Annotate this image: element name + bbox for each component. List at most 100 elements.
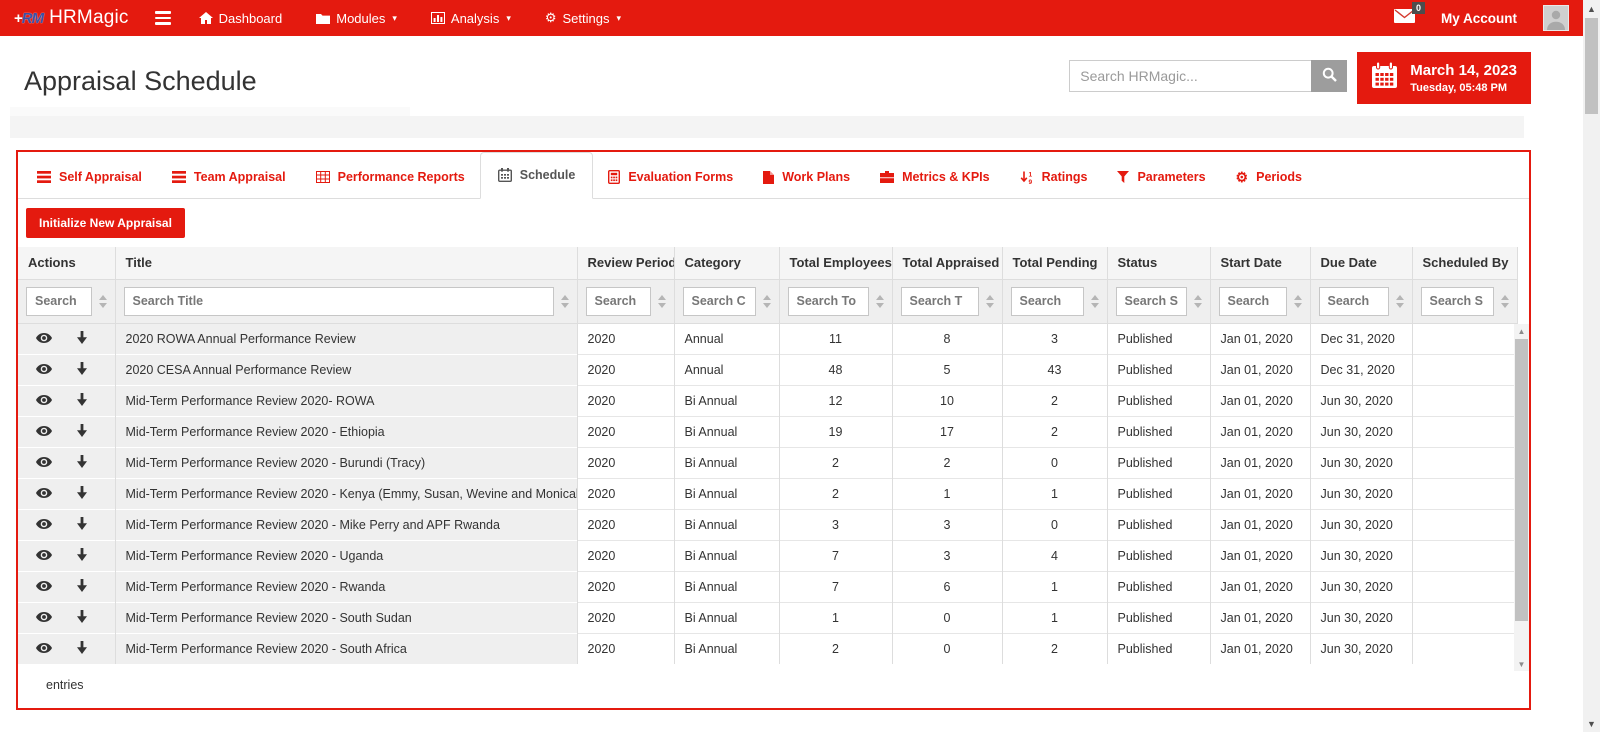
messages-button[interactable]: 0: [1394, 9, 1415, 28]
sort-control-due-date[interactable]: [1396, 295, 1404, 308]
view-button[interactable]: [36, 455, 52, 470]
table-icon: [316, 171, 330, 183]
filter-title-input[interactable]: [124, 287, 554, 316]
my-account-link[interactable]: My Account: [1441, 11, 1517, 26]
title-cell: Mid-Term Performance Review 2020 - Ugand…: [115, 540, 577, 571]
column-header-due-date[interactable]: Due Date: [1310, 247, 1412, 279]
nav-item-analysis[interactable]: Analysis ▾: [431, 11, 511, 26]
page-scrollbar-thumb[interactable]: [1585, 18, 1598, 114]
view-button[interactable]: [36, 362, 52, 377]
tab-evaluation-forms[interactable]: Evaluation Forms: [593, 157, 748, 198]
view-button[interactable]: [36, 517, 52, 532]
download-button[interactable]: [76, 517, 88, 533]
initialize-new-appraisal-button[interactable]: Initialize New Appraisal: [26, 208, 185, 238]
nav-menu: Dashboard Modules ▾ Analysis ▾ ⚙ Setting…: [199, 10, 621, 26]
download-button[interactable]: [76, 362, 88, 378]
tab-periods[interactable]: ⚙ Periods: [1221, 157, 1317, 198]
sort-control-start-date[interactable]: [1294, 295, 1302, 308]
column-header-start-date[interactable]: Start Date: [1210, 247, 1310, 279]
brand-logo[interactable]: +RM HRMagic: [14, 7, 129, 29]
scroll-down-arrow[interactable]: ▼: [1514, 657, 1529, 671]
download-button[interactable]: [76, 331, 88, 347]
nav-item-dashboard[interactable]: Dashboard: [199, 11, 283, 26]
download-button[interactable]: [76, 579, 88, 595]
view-button[interactable]: [36, 331, 52, 346]
category-cell: Bi Annual: [674, 416, 779, 447]
filter-total-appraised-input[interactable]: [901, 287, 979, 316]
status-cell: Published: [1107, 478, 1210, 509]
sort-control-title[interactable]: [561, 295, 569, 308]
page-scroll-down-arrow[interactable]: ▼: [1583, 715, 1600, 732]
view-button[interactable]: [36, 393, 52, 408]
view-button[interactable]: [36, 579, 52, 594]
page-scroll-up-arrow[interactable]: ▲: [1583, 0, 1600, 17]
sort-control-actions[interactable]: [99, 295, 107, 308]
view-button[interactable]: [36, 641, 52, 656]
list-icon: [172, 171, 186, 183]
sort-control-category[interactable]: [763, 295, 771, 308]
column-header-status[interactable]: Status: [1107, 247, 1210, 279]
download-button[interactable]: [76, 610, 88, 626]
download-button[interactable]: [76, 424, 88, 440]
sort-control-total-pending[interactable]: [1091, 295, 1099, 308]
filter-total-employees-input[interactable]: [788, 287, 869, 316]
download-button[interactable]: [76, 486, 88, 502]
search-input[interactable]: [1069, 60, 1311, 92]
filter-due-date-input[interactable]: [1319, 287, 1389, 316]
scroll-up-arrow[interactable]: ▲: [1514, 324, 1529, 338]
view-button[interactable]: [36, 424, 52, 439]
sort-control-status[interactable]: [1194, 295, 1202, 308]
tab-work-plans[interactable]: Work Plans: [748, 157, 865, 198]
navbar-right: 0 My Account: [1394, 5, 1569, 31]
avatar[interactable]: [1543, 5, 1569, 31]
filter-review-period-input[interactable]: [586, 287, 651, 316]
column-header-category[interactable]: Category: [674, 247, 779, 279]
tab-performance-reports[interactable]: Performance Reports: [301, 157, 480, 198]
sort-control-scheduled-by[interactable]: [1501, 295, 1509, 308]
tab-metrics-kpis[interactable]: Metrics & KPIs: [865, 157, 1005, 198]
arrow-down-icon: [76, 424, 88, 440]
filter-cell-review-period: [577, 279, 674, 323]
column-header-total-employees[interactable]: Total Employees: [779, 247, 892, 279]
filter-status-input[interactable]: [1116, 287, 1187, 316]
tab-ratings[interactable]: 19 Ratings: [1005, 157, 1103, 198]
sort-control-total-appraised[interactable]: [986, 295, 994, 308]
filter-category-input[interactable]: [683, 287, 756, 316]
arrow-down-icon: [76, 486, 88, 502]
column-header-review-period[interactable]: Review Period: [577, 247, 674, 279]
filter-scheduled-by-input[interactable]: [1421, 287, 1494, 316]
scheduled-by-cell: [1412, 633, 1517, 664]
sort-control-total-employees[interactable]: [876, 295, 884, 308]
view-button[interactable]: [36, 610, 52, 625]
view-button[interactable]: [36, 548, 52, 563]
category-cell: Bi Annual: [674, 602, 779, 633]
brand-name: HRMagic: [49, 7, 129, 29]
column-header-title[interactable]: Title: [115, 247, 577, 279]
tab-team-appraisal[interactable]: Team Appraisal: [157, 157, 301, 198]
column-header-actions[interactable]: Actions: [18, 247, 115, 279]
nav-item-settings[interactable]: ⚙ Settings ▾: [545, 10, 621, 26]
search-button[interactable]: [1311, 60, 1347, 92]
eye-icon: [36, 610, 52, 625]
nav-item-modules[interactable]: Modules ▾: [316, 11, 397, 26]
download-button[interactable]: [76, 641, 88, 657]
column-header-total-pending[interactable]: Total Pending: [1002, 247, 1107, 279]
table-scrollbar-thumb[interactable]: [1515, 339, 1528, 621]
title-cell: Mid-Term Performance Review 2020 - South…: [115, 633, 577, 664]
view-button[interactable]: [36, 486, 52, 501]
tab-schedule[interactable]: Schedule: [480, 152, 594, 199]
column-header-total-appraised[interactable]: Total Appraised: [892, 247, 1002, 279]
hamburger-menu-icon[interactable]: [155, 11, 171, 25]
filter-actions-input[interactable]: [26, 287, 92, 316]
tab-self-appraisal[interactable]: Self Appraisal: [22, 157, 157, 198]
filter-cell-start-date: [1210, 279, 1310, 323]
download-button[interactable]: [76, 393, 88, 409]
sort-control-review-period[interactable]: [658, 295, 666, 308]
download-button[interactable]: [76, 455, 88, 471]
tab-parameters[interactable]: Parameters: [1102, 157, 1220, 198]
column-header-scheduled-by[interactable]: Scheduled By: [1412, 247, 1517, 279]
table-row: Mid-Term Performance Review 2020 - Burun…: [18, 447, 1517, 478]
download-button[interactable]: [76, 548, 88, 564]
filter-total-pending-input[interactable]: [1011, 287, 1084, 316]
filter-start-date-input[interactable]: [1219, 287, 1287, 316]
